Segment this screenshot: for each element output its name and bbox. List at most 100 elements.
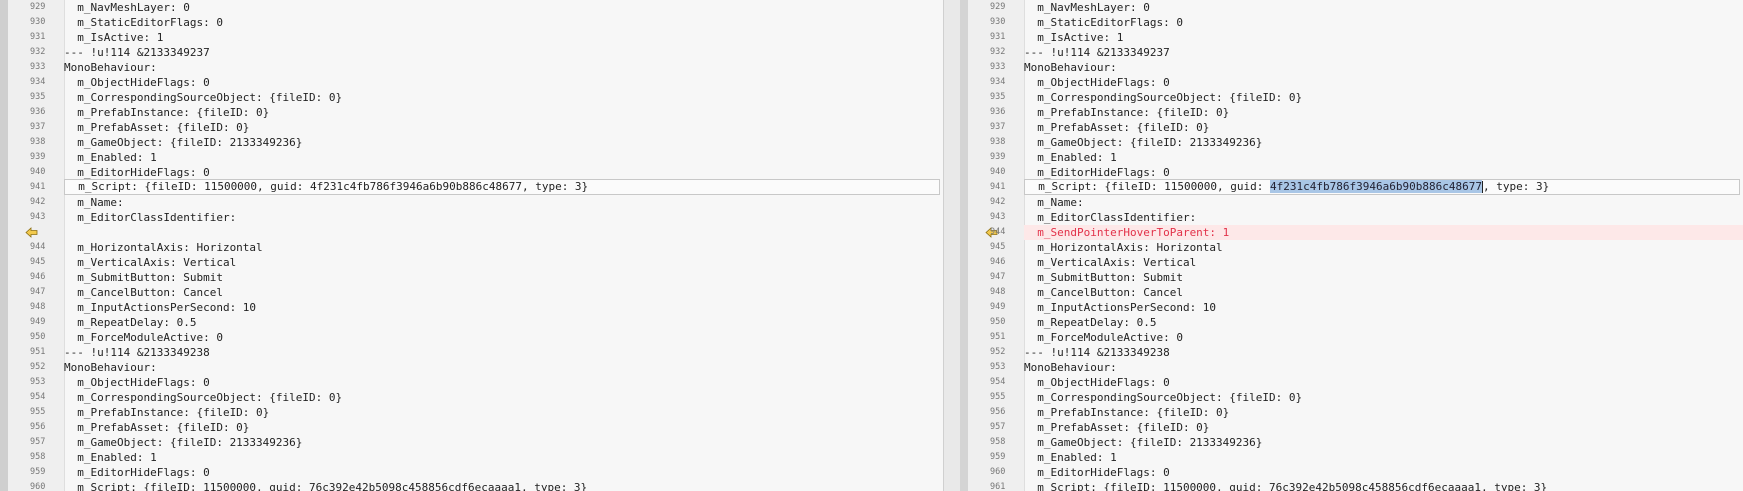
code-line[interactable]: 960 m_EditorHideFlags: 0: [960, 465, 1743, 480]
code-text: m_EditorHideFlags: 0: [1024, 166, 1170, 179]
code-text: m_ForceModuleActive: 0: [1024, 331, 1183, 344]
code-line[interactable]: 937 m_PrefabAsset: {fileID: 0}: [960, 120, 1743, 135]
selected-guid-text[interactable]: 4f231c4fb786f3946a6b90b886c48677: [1270, 180, 1482, 193]
code-text: m_HorizontalAxis: Horizontal: [64, 241, 263, 254]
code-line[interactable]: 958 m_Enabled: 1: [0, 450, 943, 465]
code-line[interactable]: 943 m_EditorClassIdentifier:: [960, 210, 1743, 225]
code-line[interactable]: 955 m_PrefabInstance: {fileID: 0}: [0, 405, 943, 420]
code-line[interactable]: 940 m_EditorHideFlags: 0: [960, 165, 1743, 180]
code-line[interactable]: 931 m_IsActive: 1: [960, 30, 1743, 45]
code-line[interactable]: 959 m_EditorHideFlags: 0: [0, 465, 943, 480]
code-line[interactable]: 934 m_ObjectHideFlags: 0: [960, 75, 1743, 90]
code-line[interactable]: 957 m_GameObject: {fileID: 2133349236}: [0, 435, 943, 450]
code-text: m_VerticalAxis: Vertical: [64, 256, 237, 269]
code-line[interactable]: 961 m_Script: {fileID: 11500000, guid: 7…: [960, 480, 1743, 491]
code-line[interactable]: 944 m_HorizontalAxis: Horizontal: [0, 240, 943, 255]
code-line[interactable]: 929 m_NavMeshLayer: 0: [960, 0, 1743, 15]
code-line[interactable]: 941 m_Script: {fileID: 11500000, guid: 4…: [960, 179, 1743, 195]
code-text: m_StaticEditorFlags: 0: [64, 16, 223, 29]
code-line[interactable]: 933 MonoBehaviour:: [960, 60, 1743, 75]
code-line[interactable]: 939 m_Enabled: 1: [960, 150, 1743, 165]
code-line[interactable]: 932 --- !u!114 &2133349237: [960, 45, 1743, 60]
left-diff-pane[interactable]: 929 m_NavMeshLayer: 0 930 m_StaticEditorF…: [0, 0, 943, 491]
line-number: 940: [990, 167, 1006, 177]
line-number: 957: [30, 437, 46, 447]
code-line[interactable]: 948 m_CancelButton: Cancel: [960, 285, 1743, 300]
change-arrow-icon[interactable]: [25, 227, 38, 238]
line-number: 941: [30, 182, 46, 192]
code-line[interactable]: 938 m_GameObject: {fileID: 2133349236}: [0, 135, 943, 150]
code-text: m_EditorClassIdentifier:: [1024, 211, 1197, 224]
code-line[interactable]: 957 m_PrefabAsset: {fileID: 0}: [960, 420, 1743, 435]
code-line[interactable]: 950 m_ForceModuleActive: 0: [0, 330, 943, 345]
code-line[interactable]: 943 m_EditorClassIdentifier:: [0, 210, 943, 225]
line-number: 930: [30, 17, 46, 27]
code-text: m_CorrespondingSourceObject: {fileID: 0}: [1024, 391, 1303, 404]
code-line[interactable]: 949 m_InputActionsPerSecond: 10: [960, 300, 1743, 315]
code-text: m_PrefabAsset: {fileID: 0}: [1024, 121, 1210, 134]
missing-line-placeholder[interactable]: [0, 225, 943, 240]
code-line[interactable]: 954 m_CorrespondingSourceObject: {fileID…: [0, 390, 943, 405]
code-line[interactable]: 938 m_GameObject: {fileID: 2133349236}: [960, 135, 1743, 150]
code-line[interactable]: 935 m_CorrespondingSourceObject: {fileID…: [0, 90, 943, 105]
line-number: 933: [30, 62, 46, 72]
code-line[interactable]: 939 m_Enabled: 1: [0, 150, 943, 165]
right-diff-pane[interactable]: 929 m_NavMeshLayer: 0 930 m_StaticEditorF…: [960, 0, 1743, 491]
code-line[interactable]: 956 m_PrefabAsset: {fileID: 0}: [0, 420, 943, 435]
code-line[interactable]: 956 m_PrefabInstance: {fileID: 0}: [960, 405, 1743, 420]
code-line[interactable]: 952 --- !u!114 &2133349238: [960, 345, 1743, 360]
code-line[interactable]: 954 m_ObjectHideFlags: 0: [960, 375, 1743, 390]
code-line[interactable]: 942 m_Name:: [960, 195, 1743, 210]
line-number: 940: [30, 167, 46, 177]
code-line[interactable]: 947 m_SubmitButton: Submit: [960, 270, 1743, 285]
code-text: m_NavMeshLayer: 0: [64, 1, 190, 14]
code-line[interactable]: 946 m_VerticalAxis: Vertical: [960, 255, 1743, 270]
line-number: 952: [990, 347, 1006, 357]
code-line[interactable]: 941 m_Script: {fileID: 11500000, guid: 4…: [0, 179, 943, 195]
code-line[interactable]: 930 m_StaticEditorFlags: 0: [960, 15, 1743, 30]
code-text: m_IsActive: 1: [64, 31, 164, 44]
code-text: m_ForceModuleActive: 0: [64, 331, 223, 344]
code-line[interactable]: 942 m_Name:: [0, 195, 943, 210]
code-line[interactable]: 933 MonoBehaviour:: [0, 60, 943, 75]
code-text: --- !u!114 &2133349237: [1024, 46, 1170, 59]
code-line[interactable]: 953 m_ObjectHideFlags: 0: [0, 375, 943, 390]
code-line[interactable]: 949 m_RepeatDelay: 0.5: [0, 315, 943, 330]
code-line[interactable]: 935 m_CorrespondingSourceObject: {fileID…: [960, 90, 1743, 105]
code-line[interactable]: 929 m_NavMeshLayer: 0: [0, 0, 943, 15]
code-line[interactable]: 952 MonoBehaviour:: [0, 360, 943, 375]
code-line[interactable]: 959 m_Enabled: 1: [960, 450, 1743, 465]
code-line[interactable]: 950 m_RepeatDelay: 0.5: [960, 315, 1743, 330]
code-line[interactable]: 945 m_VerticalAxis: Vertical: [0, 255, 943, 270]
code-line[interactable]: 953 MonoBehaviour:: [960, 360, 1743, 375]
line-number: 951: [990, 332, 1006, 342]
added-code-line[interactable]: 944 m_SendPointerHoverToParent: 1: [960, 225, 1743, 240]
code-line[interactable]: 946 m_SubmitButton: Submit: [0, 270, 943, 285]
line-number: 931: [30, 32, 46, 42]
code-line[interactable]: 951 --- !u!114 &2133349238: [0, 345, 943, 360]
code-line[interactable]: 951 m_ForceModuleActive: 0: [960, 330, 1743, 345]
line-number: 953: [990, 362, 1006, 372]
line-number: 949: [30, 317, 46, 327]
code-line[interactable]: 934 m_ObjectHideFlags: 0: [0, 75, 943, 90]
code-line[interactable]: 945 m_HorizontalAxis: Horizontal: [960, 240, 1743, 255]
code-line[interactable]: 932 --- !u!114 &2133349237: [0, 45, 943, 60]
code-line[interactable]: 930 m_StaticEditorFlags: 0: [0, 15, 943, 30]
code-text: m_StaticEditorFlags: 0: [1024, 16, 1183, 29]
code-line[interactable]: 947 m_CancelButton: Cancel: [0, 285, 943, 300]
code-text: m_VerticalAxis: Vertical: [1024, 256, 1197, 269]
code-text: m_GameObject: {fileID: 2133349236}: [64, 136, 303, 149]
code-line[interactable]: 960 m_Script: {fileID: 11500000, guid: 7…: [0, 480, 943, 491]
line-number: 929: [990, 2, 1006, 12]
code-line[interactable]: 958 m_GameObject: {fileID: 2133349236}: [960, 435, 1743, 450]
code-line[interactable]: 931 m_IsActive: 1: [0, 30, 943, 45]
code-line[interactable]: 936 m_PrefabInstance: {fileID: 0}: [0, 105, 943, 120]
line-number: 950: [30, 332, 46, 342]
line-number: 942: [990, 197, 1006, 207]
code-line[interactable]: 955 m_CorrespondingSourceObject: {fileID…: [960, 390, 1743, 405]
code-line[interactable]: 948 m_InputActionsPerSecond: 10: [0, 300, 943, 315]
code-text: m_CorrespondingSourceObject: {fileID: 0}: [1024, 91, 1303, 104]
code-line[interactable]: 936 m_PrefabInstance: {fileID: 0}: [960, 105, 1743, 120]
code-line[interactable]: 940 m_EditorHideFlags: 0: [0, 165, 943, 180]
code-line[interactable]: 937 m_PrefabAsset: {fileID: 0}: [0, 120, 943, 135]
